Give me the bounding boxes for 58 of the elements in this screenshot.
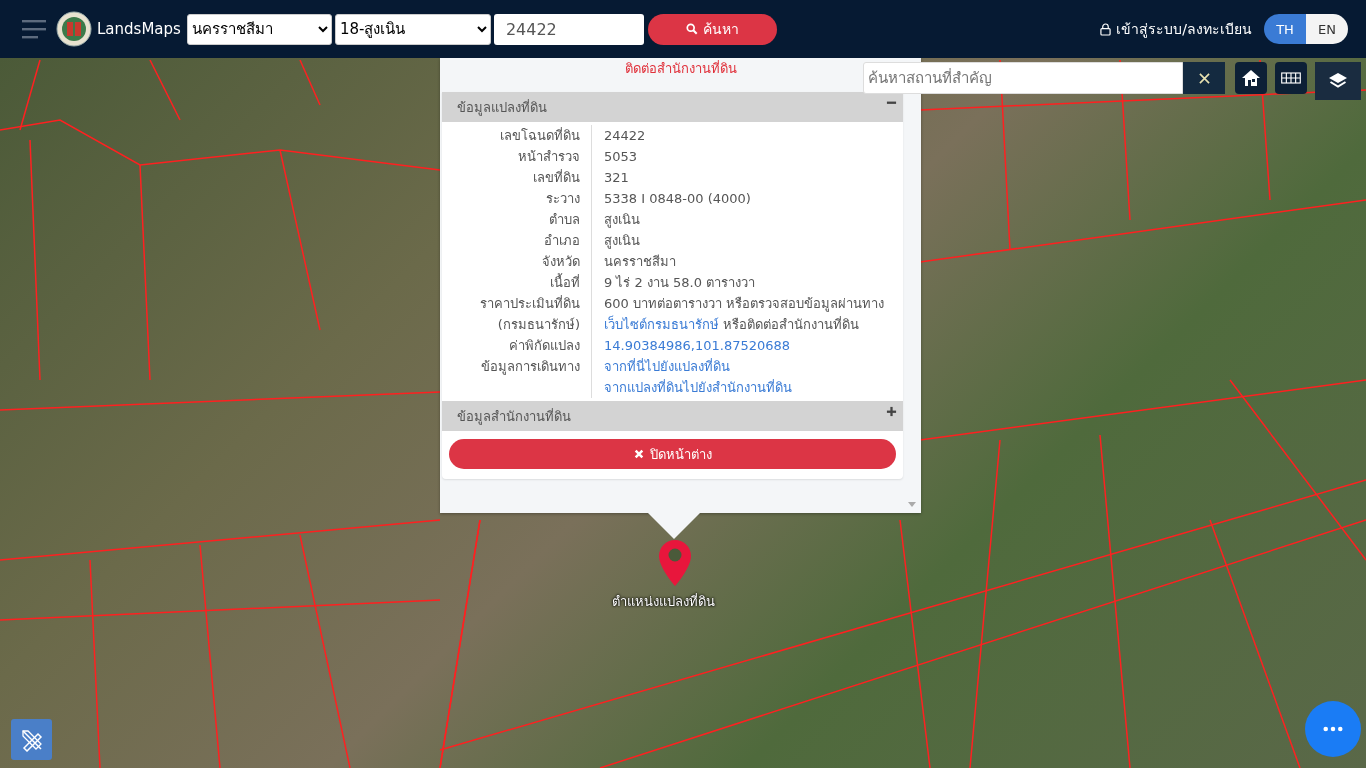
login-link[interactable]: เข้าสู่ระบบ/ลงทะเบียน xyxy=(1100,18,1252,40)
field-value: 9 ไร่ 2 งาน 58.0 ตารางวา xyxy=(604,274,756,292)
search-button[interactable]: ค้นหา xyxy=(647,13,777,45)
field-label: เลขที่ดิน xyxy=(532,168,581,187)
field-value: สูงเนิน xyxy=(604,232,640,251)
language-option[interactable]: TH xyxy=(1264,14,1306,44)
field-label: (กรมธนารักษ์) xyxy=(496,316,581,334)
province-dropdown[interactable]: นครราชสีมา xyxy=(186,13,332,45)
field-value: สูงเนิน xyxy=(604,211,640,230)
pencil-ruler-icon xyxy=(19,727,44,752)
field-link[interactable]: จากที่นี่ไปยังแปลงที่ดิน xyxy=(604,356,792,377)
search-icon xyxy=(685,23,698,35)
place-search-field[interactable]: ค้นหาสถานที่สำคัญ xyxy=(863,62,1183,94)
seal-logo-icon xyxy=(56,11,92,47)
field-label: ระวาง xyxy=(545,190,581,208)
field-value: นครราชสีมา xyxy=(604,253,676,271)
marker-label: ตำแหน่งแปลงที่ดิน xyxy=(612,592,715,611)
plus-icon[interactable] xyxy=(886,406,897,417)
field-label: จังหวัด xyxy=(541,253,581,271)
app-logo-text: LandsMaps xyxy=(97,20,181,38)
field-value: 24422 xyxy=(604,127,646,145)
field-label: เนื้อที่ xyxy=(549,272,581,292)
field-value: เว็บไซต์กรมธนารักษ์ หรือติดต่อสำนักงานที่ดิน xyxy=(604,314,860,334)
field-link[interactable]: เว็บไซต์กรมธนารักษ์ xyxy=(604,317,719,332)
field-label: หน้าสำรวจ xyxy=(517,148,581,166)
layers-button[interactable] xyxy=(1315,62,1361,100)
close-window-button[interactable]: ปิดหน้าต่าง xyxy=(449,439,896,469)
close-icon xyxy=(1198,72,1210,84)
close-icon xyxy=(633,449,644,459)
field-value: 600 บาทต่อตารางวา หรือตรวจสอบข้อมูลผ่านทาง xyxy=(604,295,885,314)
field-value: 321 xyxy=(604,169,629,187)
measure-tool-button[interactable] xyxy=(11,719,52,760)
section-header[interactable]: ข้อมูลแปลงที่ดิน xyxy=(442,92,903,122)
house-icon xyxy=(1241,68,1261,88)
grid-button[interactable] xyxy=(1275,62,1307,94)
field-link[interactable]: 14.90384986,101.87520688 xyxy=(604,335,791,356)
more-icon xyxy=(1323,726,1343,732)
field-value: 5338 I 0848-00 (4000) xyxy=(604,190,751,208)
field-label: ตำบล xyxy=(548,211,581,229)
clear-search-button[interactable] xyxy=(1183,62,1225,94)
menu-icon[interactable] xyxy=(22,19,46,39)
language-option[interactable]: EN xyxy=(1306,14,1348,44)
field-label: อำเภอ xyxy=(543,232,581,250)
field-label: เลขโฉนดที่ดิน xyxy=(499,126,581,145)
section-title: ข้อมูลสำนักงานที่ดิน xyxy=(457,407,571,427)
field-value: 5053 xyxy=(604,148,638,166)
district-dropdown[interactable]: 18-สูงเนิน xyxy=(334,13,491,45)
field-label: ราคาประเมินที่ดิน xyxy=(479,294,581,313)
field-label: ค่าพิกัดแปลง xyxy=(508,337,581,355)
grid-icon xyxy=(1281,70,1301,86)
section-title: ข้อมูลแปลงที่ดิน xyxy=(457,98,547,118)
section-header[interactable]: ข้อมูลสำนักงานที่ดิน xyxy=(442,401,903,431)
parcel-number-field[interactable]: 24422 xyxy=(493,13,644,45)
field-link[interactable]: จากแปลงที่ดินไปยังสำนักงานที่ดิน xyxy=(604,377,792,398)
field-label: ข้อมูลการเดินทาง xyxy=(480,358,581,377)
home-button[interactable] xyxy=(1235,62,1267,94)
location-pin-icon xyxy=(658,539,692,587)
lock-icon xyxy=(1100,22,1112,36)
